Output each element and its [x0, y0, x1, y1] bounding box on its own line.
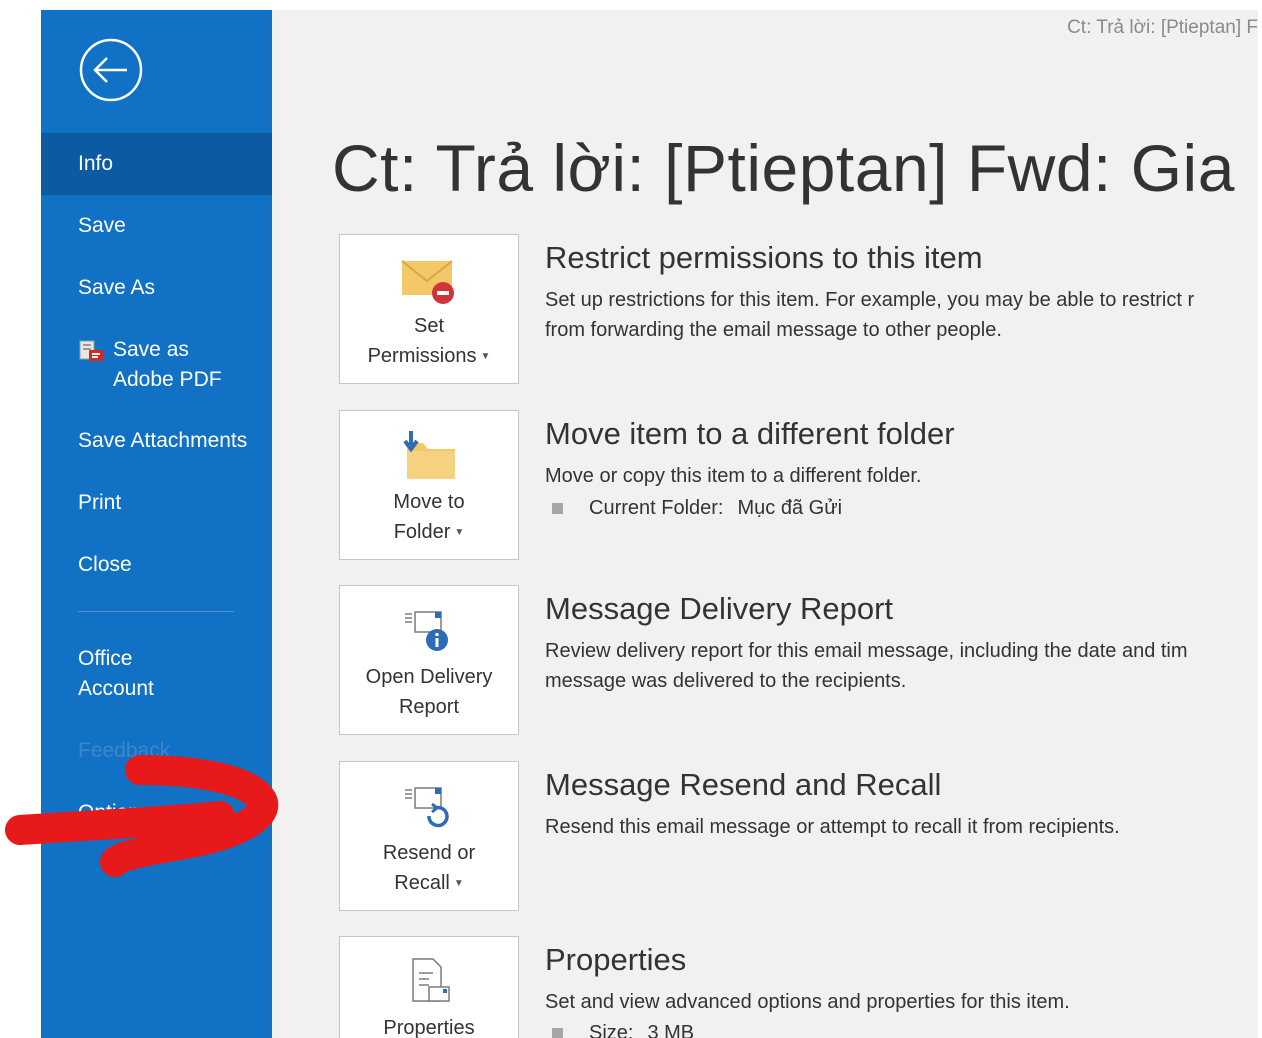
nav-close[interactable]: Close [41, 550, 272, 580]
window-title: Ct: Trả lời: [Ptieptan] F [1067, 17, 1258, 38]
set-permissions-label-line2: Permissions [367, 345, 477, 367]
nav-feedback: Feedback [41, 736, 272, 766]
delivery-report-icon [405, 611, 448, 651]
backstage-sidebar: Info Save Save As Save as Adobe PDF Save… [41, 10, 272, 1038]
dropdown-caret-icon: ▼ [454, 526, 465, 538]
nav-office-account-line2: Account [78, 677, 154, 700]
open-delivery-report-label-line2: Report [398, 696, 460, 718]
section-desc-delivery-line1: Review delivery report for this email me… [545, 640, 1188, 662]
nav-feedback-label: Feedback [78, 739, 171, 762]
back-arrow-icon [79, 38, 143, 102]
nav-options[interactable]: Options [41, 798, 272, 828]
nav-save-pdf-label-line1: Save as [113, 338, 189, 361]
nav-save-label: Save [78, 214, 126, 237]
section-desc-delivery-line2: message was delivered to the recipients. [545, 670, 907, 692]
bullet-icon [552, 1028, 563, 1038]
section-desc-restrict: Set up restrictions for this item. For e… [545, 285, 1194, 345]
section-title-restrict: Restrict permissions to this item [545, 240, 983, 275]
nav-info-label: Info [78, 152, 114, 175]
bullet-icon [552, 503, 563, 515]
section-desc-delivery: Review delivery report for this email me… [545, 636, 1188, 696]
nav-options-label: Options [78, 801, 151, 824]
set-permissions-label-line1: Set [413, 315, 445, 337]
move-to-folder-button[interactable]: Move to Folder ▼ [339, 410, 519, 560]
nav-divider [78, 611, 234, 612]
dropdown-caret-icon: ▼ [480, 350, 491, 362]
nav-office-account-line1: Office [78, 647, 133, 670]
move-to-folder-label-line1: Move to [393, 491, 465, 513]
section-title-delivery: Message Delivery Report [545, 591, 894, 626]
nav-print-label: Print [78, 491, 122, 514]
section-title-properties: Properties [545, 942, 687, 977]
nav-close-label: Close [78, 553, 132, 576]
adobe-pdf-icon [79, 340, 103, 361]
size-line: Size: 3 MB [552, 1022, 694, 1038]
resend-recall-icon [405, 787, 449, 828]
nav-office-account[interactable]: Office Account [41, 644, 272, 704]
back-button[interactable] [79, 38, 143, 102]
open-delivery-report-button[interactable]: Open Delivery Report [339, 585, 519, 735]
dropdown-caret-icon: ▼ [453, 877, 464, 889]
page-title: Ct: Trả lời: [Ptieptan] Fwd: Gia [332, 131, 1235, 205]
resend-or-recall-label-line2: Recall [394, 872, 450, 894]
open-delivery-report-label-line1: Open Delivery [365, 666, 493, 688]
section-desc-resend: Resend this email message or attempt to … [545, 816, 1120, 838]
envelope-restrict-icon [401, 260, 454, 304]
info-panel: Ct: Trả lời: [Ptieptan] F Ct: Trả lời: [… [272, 10, 1258, 1038]
section-desc-restrict-line1: Set up restrictions for this item. For e… [545, 289, 1195, 311]
section-desc-move: Move or copy this item to a different fo… [545, 465, 922, 487]
nav-save-as[interactable]: Save As [41, 273, 272, 303]
properties-label: Properties [383, 1017, 475, 1038]
resend-or-recall-label-line1: Resend or [382, 842, 476, 864]
nav-save-as-label: Save As [78, 276, 156, 299]
size-value: 3 MB [647, 1022, 695, 1038]
section-desc-restrict-line2: from forwarding the email message to oth… [545, 319, 1002, 341]
move-to-folder-label-line2: Folder [393, 521, 451, 543]
section-title-move: Move item to a different folder [545, 416, 955, 451]
nav-save-attachments-label: Save Attachments [78, 429, 248, 452]
current-folder-line: Current Folder: Mục đã Gửi [552, 497, 842, 520]
section-title-resend: Message Resend and Recall [545, 767, 942, 802]
nav-print[interactable]: Print [41, 488, 272, 518]
set-permissions-button[interactable]: Set Permissions ▼ [339, 234, 519, 384]
nav-save-pdf-label-line2: Adobe PDF [113, 368, 222, 391]
size-label: Size: [589, 1022, 634, 1038]
properties-icon [412, 958, 450, 1002]
nav-save[interactable]: Save [41, 211, 272, 241]
nav-save-attachments[interactable]: Save Attachments [41, 426, 272, 456]
section-desc-properties: Set and view advanced options and proper… [545, 991, 1070, 1013]
properties-button[interactable]: Properties [339, 936, 519, 1038]
current-folder-label: Current Folder: [589, 497, 724, 519]
current-folder-value: Mục đã Gửi [737, 497, 843, 519]
move-folder-icon [403, 431, 455, 479]
nav-save-as-adobe-pdf[interactable]: Save as Adobe PDF [41, 335, 272, 395]
resend-or-recall-button[interactable]: Resend or Recall ▼ [339, 761, 519, 911]
nav-info[interactable]: Info [41, 133, 272, 195]
